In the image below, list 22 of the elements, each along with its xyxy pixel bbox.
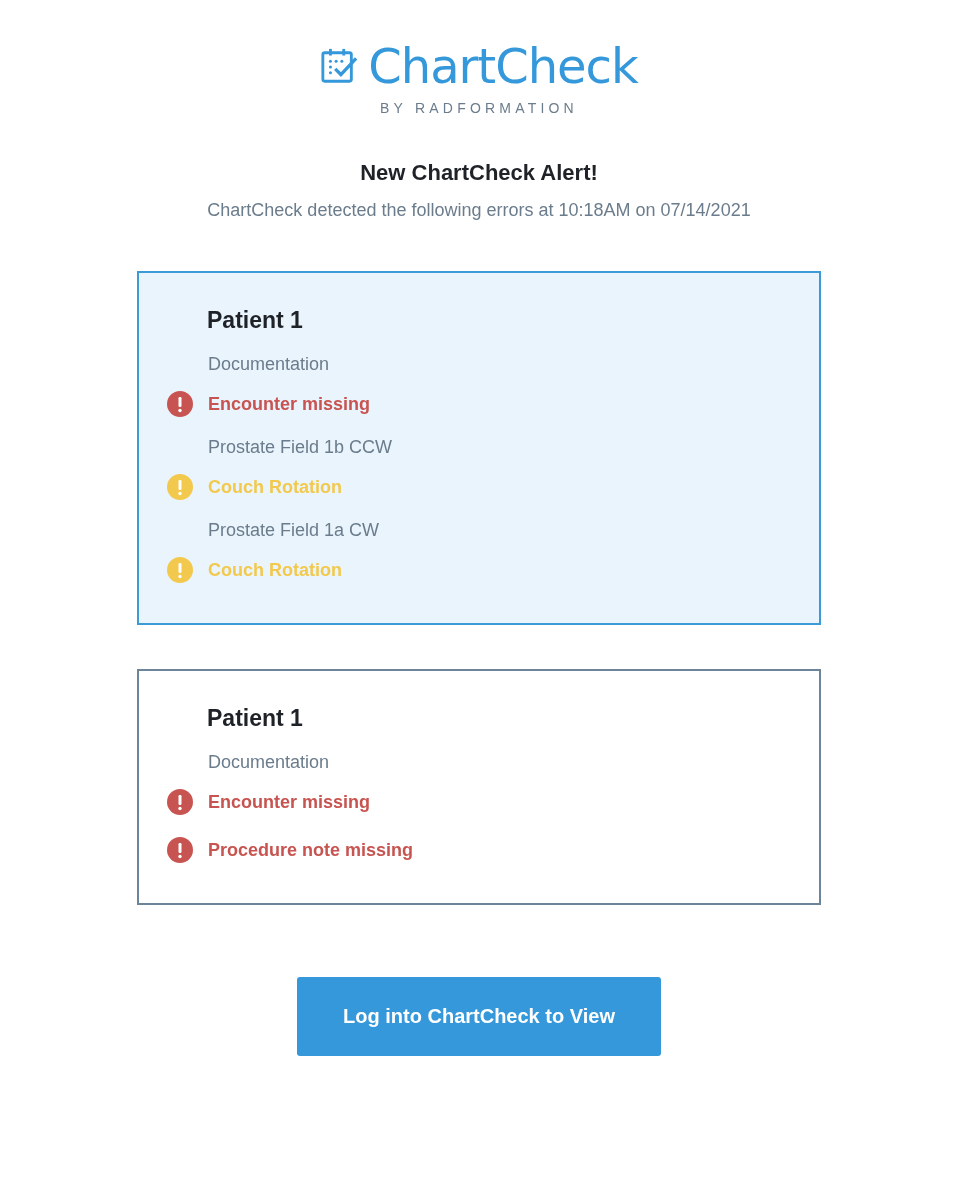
logo-wordmark: ChartCheck [368, 40, 638, 92]
section-label: Prostate Field 1a CW [208, 520, 381, 541]
exclamation-icon [167, 391, 193, 417]
exclamation-icon [167, 474, 193, 500]
issue-text: Encounter missing [208, 393, 371, 415]
section-label: Prostate Field 1b CCW [208, 437, 394, 458]
calendar-check-icon [320, 47, 359, 85]
login-button[interactable]: Log into ChartCheck to View [297, 977, 661, 1056]
issue-text: Encounter missing [208, 791, 371, 813]
byline: BY RADFORMATION [380, 100, 578, 116]
exclamation-icon [167, 789, 193, 815]
patient-name: Patient 1 [207, 307, 304, 334]
exclamation-icon [167, 557, 193, 583]
section-label: Documentation [208, 752, 331, 773]
alert-heading: New ChartCheck Alert! [360, 160, 598, 186]
issue-text: Procedure note missing [208, 839, 414, 861]
patient-name: Patient 1 [207, 705, 304, 732]
alert-subheading: ChartCheck detected the following errors at 10:18AM on 07/14/2021 [207, 200, 751, 221]
section-label: Documentation [208, 354, 331, 375]
issue-text: Couch Rotation [208, 559, 342, 581]
exclamation-icon [167, 837, 193, 863]
issue-text: Couch Rotation [208, 476, 342, 498]
